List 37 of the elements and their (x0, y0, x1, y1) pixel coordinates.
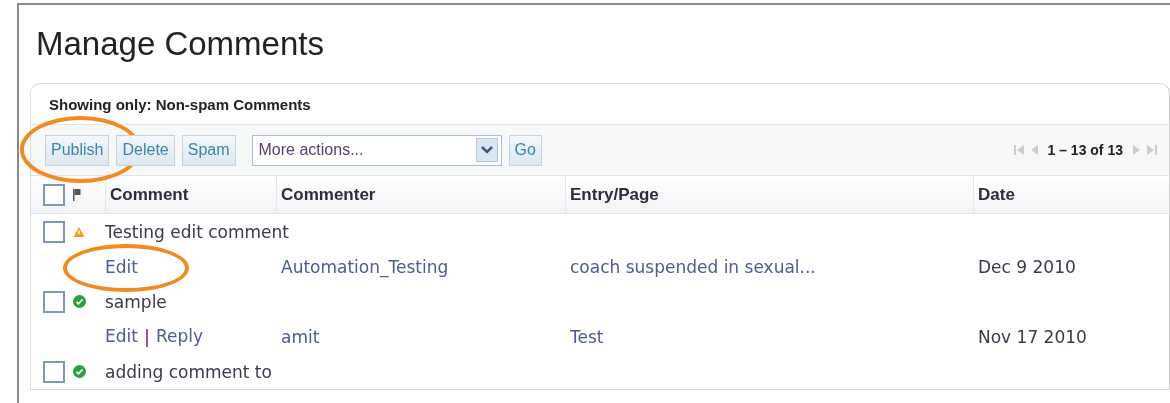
edit-link[interactable]: Edit (105, 256, 138, 277)
flag-icon (73, 188, 82, 201)
select-all-checkbox[interactable] (43, 183, 65, 206)
chevron-down-icon (475, 138, 498, 162)
action-button[interactable]: Spam (181, 134, 236, 166)
row-checkbox[interactable] (43, 220, 65, 243)
page-title: Manage Comments (36, 25, 324, 63)
reply-link[interactable]: Reply (155, 326, 203, 347)
row-checkbox[interactable] (43, 290, 65, 313)
column-header[interactable]: Date (973, 176, 1169, 213)
first-page-icon[interactable] (1013, 144, 1024, 156)
commenter-link[interactable]: amit (276, 326, 565, 347)
date-text: Nov 17 2010 (977, 326, 1088, 347)
filter-label: Showing only: Non-spam Comments (49, 95, 311, 113)
actions-dropdown[interactable]: More actions... (251, 134, 502, 166)
column-header[interactable]: Commenter (276, 176, 565, 213)
commenter-link[interactable]: Automation_Testing (276, 256, 565, 277)
comment-text: sample (105, 291, 168, 312)
row-checkbox[interactable] (43, 360, 65, 383)
column-header[interactable]: Entry/Page (565, 176, 973, 213)
edit-link[interactable]: Edit (105, 326, 138, 347)
entry-link[interactable]: coach suspended in sexual... (565, 256, 973, 277)
go-button[interactable]: Go (508, 134, 542, 166)
check-circle-icon (73, 365, 86, 378)
previous-page-icon[interactable] (1029, 144, 1038, 156)
comment-text: adding comment to (105, 361, 273, 382)
next-page-icon[interactable] (1133, 144, 1141, 156)
last-page-icon[interactable] (1147, 144, 1157, 156)
comment-text: Testing edit comment (105, 221, 290, 242)
entry-link[interactable]: Test (565, 326, 973, 347)
action-button[interactable]: Publish (45, 134, 110, 166)
pagination-text: 1 – 13 of 13 (1047, 142, 1123, 158)
check-circle-icon (73, 295, 86, 308)
action-button[interactable]: Delete (116, 134, 175, 166)
date-text: Dec 9 2010 (977, 256, 1077, 277)
column-header[interactable]: Comment (105, 176, 276, 213)
warning-icon (73, 225, 85, 238)
